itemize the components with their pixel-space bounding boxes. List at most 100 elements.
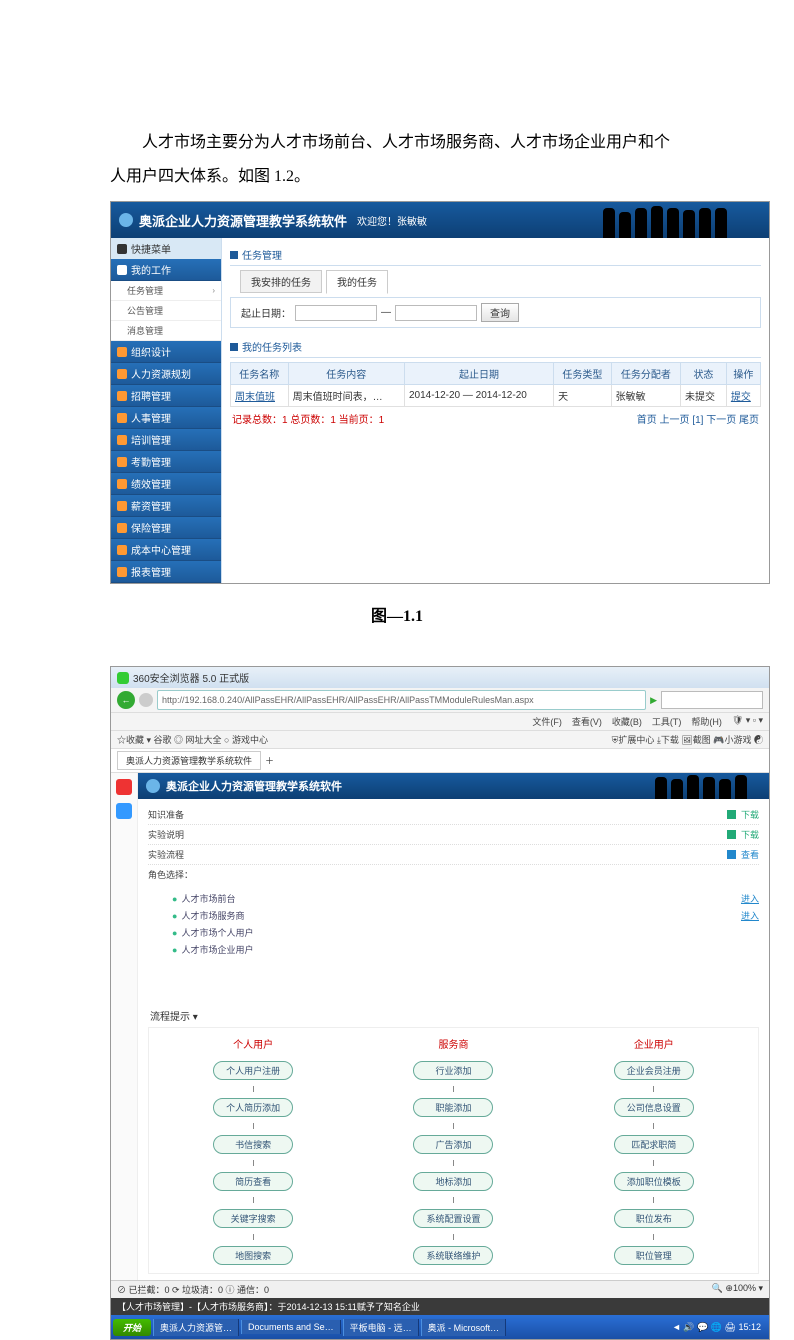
flow-node[interactable]: 添加职位模板 xyxy=(614,1172,694,1191)
back-button[interactable]: ← xyxy=(117,691,135,709)
flow-node[interactable]: 匹配求职简 xyxy=(614,1135,694,1154)
menu-file[interactable]: 文件(F) xyxy=(532,715,562,728)
flow-node[interactable]: 职位管理 xyxy=(614,1246,694,1265)
sidebar-item-salary[interactable]: 薪资管理 xyxy=(111,495,221,517)
flow-node[interactable]: 个人用户注册 xyxy=(213,1061,293,1080)
menu-sys[interactable]: 🛡 ▾ ▫ ▾ xyxy=(732,715,763,728)
flow-node[interactable]: 系统配置设置 xyxy=(413,1209,493,1228)
share-icon[interactable] xyxy=(116,803,132,819)
screenshot-1: 奥派企业人力资源管理教学系统软件 欢迎您！张敏敏 快捷菜单 我的工作 任务管理›… xyxy=(110,201,770,584)
flow-node[interactable]: 行业添加 xyxy=(413,1061,493,1080)
taskbar-item[interactable]: 奥派 - Microsoft… xyxy=(421,1319,507,1336)
section-task-list: 我的任务列表 xyxy=(230,336,761,358)
th-content[interactable]: 任务内容 xyxy=(288,363,404,385)
weibo-icon[interactable] xyxy=(116,779,132,795)
flow-node[interactable]: 系统联络维护 xyxy=(413,1246,493,1265)
app-header: 奥派企业人力资源管理教学系统软件 欢迎您！张敏敏 xyxy=(111,202,769,238)
search-button[interactable]: 查询 xyxy=(481,303,519,322)
menu-help[interactable]: 帮助(H) xyxy=(691,715,722,728)
taskbar-item[interactable]: Documents and Se… xyxy=(241,1320,341,1334)
go-button[interactable]: ▶ xyxy=(650,695,657,706)
url-input[interactable]: http://192.168.0.240/AllPassEHR/AllPassE… xyxy=(157,690,646,710)
flow-node[interactable]: 职位发布 xyxy=(614,1209,694,1228)
flow-node[interactable]: 地图搜索 xyxy=(213,1246,293,1265)
figure-caption: 图—1.1 xyxy=(110,602,684,626)
sidebar-item-recruit[interactable]: 招聘管理 xyxy=(111,385,221,407)
task-name-link[interactable]: 周末值班 xyxy=(235,392,275,403)
enter-link[interactable]: 进入 xyxy=(741,892,759,905)
pager-nav[interactable]: 首页 上一页 [1] 下一页 尾页 xyxy=(637,411,759,426)
tab-assigned[interactable]: 我安排的任务 xyxy=(240,270,322,293)
th-assigner[interactable]: 任务分配者 xyxy=(611,363,680,385)
sidebar-item-mywork[interactable]: 我的工作 xyxy=(111,259,221,281)
flow-node[interactable]: 书信搜索 xyxy=(213,1135,293,1154)
new-tab-icon[interactable]: ＋ xyxy=(265,754,274,767)
th-name[interactable]: 任务名称 xyxy=(231,363,289,385)
sidebar-item-perf[interactable]: 绩效管理 xyxy=(111,473,221,495)
download-link[interactable]: 下载 xyxy=(727,808,759,821)
sidebar-item-org[interactable]: 组织设计 xyxy=(111,341,221,363)
flow-node[interactable]: 广告添加 xyxy=(413,1135,493,1154)
left-icon-bar xyxy=(111,773,138,1280)
flow-node[interactable]: 简历查看 xyxy=(213,1172,293,1191)
taskbar-item[interactable]: 平板电脑 - 远… xyxy=(343,1319,419,1336)
start-button[interactable]: 开始 xyxy=(113,1319,151,1336)
fwd-button[interactable] xyxy=(139,693,153,707)
app-title-2: 奥派企业人力资源管理教学系统软件 xyxy=(166,778,342,794)
flow-node[interactable]: 公司信息设置 xyxy=(614,1098,694,1117)
perf-icon xyxy=(117,479,127,489)
sidebar-item-cost[interactable]: 成本中心管理 xyxy=(111,539,221,561)
status-right[interactable]: 🔍 ⊕100% ▾ xyxy=(712,1283,763,1296)
fav-left[interactable]: ☆收藏 ▾ 谷歌 ◎ 网址大全 ○ 游戏中心 xyxy=(117,733,268,746)
filter-label: 起止日期： xyxy=(241,305,291,320)
main-content: 任务管理 我安排的任务 我的任务 起止日期： — 查询 我的任务列表 任务名称 xyxy=(221,238,769,583)
flow-node[interactable]: 地标添加 xyxy=(413,1172,493,1191)
sidebar-item-train[interactable]: 培训管理 xyxy=(111,429,221,451)
pager-info: 记录总数：1 总页数：1 当前页：1 xyxy=(232,411,384,426)
search-input[interactable] xyxy=(661,691,763,709)
flow-node[interactable]: 关键字搜索 xyxy=(213,1209,293,1228)
taskbar-item[interactable]: 奥派人力资源管… xyxy=(153,1319,239,1336)
th-status[interactable]: 状态 xyxy=(681,363,727,385)
square-icon xyxy=(230,343,238,351)
flow-node[interactable]: 个人简历添加 xyxy=(213,1098,293,1117)
pager: 记录总数：1 总页数：1 当前页：1 首页 上一页 [1] 下一页 尾页 xyxy=(230,407,761,430)
sidebar-item-hrplan[interactable]: 人力资源规划 xyxy=(111,363,221,385)
chevron-right-icon: › xyxy=(212,286,215,295)
td-assigner: 张敏敏 xyxy=(611,385,680,407)
flow-node[interactable]: 职能添加 xyxy=(413,1098,493,1117)
sidebar-item-attend[interactable]: 考勤管理 xyxy=(111,451,221,473)
tab-strip: 奥派人力资源管理教学系统软件 ＋ xyxy=(111,749,769,773)
enter-link[interactable]: 进入 xyxy=(741,909,759,922)
submit-link[interactable]: 提交 xyxy=(731,392,751,403)
recruit-icon xyxy=(117,391,127,401)
sidebar-item-hr[interactable]: 人事管理 xyxy=(111,407,221,429)
fav-right[interactable]: ⛨扩展中心 ⤓下载 🖼截图 🎮小游戏 ☯ xyxy=(612,733,763,746)
flow-node[interactable]: 企业会员注册 xyxy=(614,1061,694,1080)
sidebar-item-report[interactable]: 报表管理 xyxy=(111,561,221,583)
menu-view[interactable]: 查看(V) xyxy=(572,715,602,728)
system-tray[interactable]: ◄ 🔊 💬 🌐 🖨 15:12 xyxy=(666,1320,767,1335)
view-link[interactable]: 查看 xyxy=(727,848,759,861)
th-type[interactable]: 任务类型 xyxy=(554,363,612,385)
th-op[interactable]: 操作 xyxy=(726,363,760,385)
tab-mytask[interactable]: 我的任务 xyxy=(326,270,388,294)
menu-tool[interactable]: 工具(T) xyxy=(652,715,682,728)
flow-label[interactable]: 流程提示 ▾ xyxy=(148,1004,759,1027)
td-content: 周末值班时间表，… xyxy=(288,385,404,407)
menu-fav[interactable]: 收藏(B) xyxy=(612,715,642,728)
hr-icon xyxy=(117,413,127,423)
app-title: 奥派企业人力资源管理教学系统软件 xyxy=(139,211,347,230)
sidebar-sub-task[interactable]: 任务管理› xyxy=(111,281,221,301)
fav-bar: ☆收藏 ▾ 谷歌 ◎ 网址大全 ○ 游戏中心 ⛨扩展中心 ⤓下载 🖼截图 🎮小游… xyxy=(111,731,769,749)
sidebar-sub-msg[interactable]: 消息管理 xyxy=(111,321,221,341)
th-date[interactable]: 起止日期 xyxy=(404,363,553,385)
date-to-input[interactable] xyxy=(395,305,477,321)
sidebar-item-insurance[interactable]: 保险管理 xyxy=(111,517,221,539)
flow-col-enterprise: 企业用户 企业会员注册 公司信息设置 匹配求职简 添加职位模板 职位发布 职位管… xyxy=(614,1036,694,1265)
browser-tab[interactable]: 奥派人力资源管理教学系统软件 xyxy=(117,751,261,770)
date-from-input[interactable] xyxy=(295,305,377,321)
download-link[interactable]: 下载 xyxy=(727,828,759,841)
task-message: 【人才市场管理】-【人才市场服务商】：于2014-12-13 15:11赋予了知… xyxy=(111,1298,769,1315)
sidebar-sub-notice[interactable]: 公告管理 xyxy=(111,301,221,321)
